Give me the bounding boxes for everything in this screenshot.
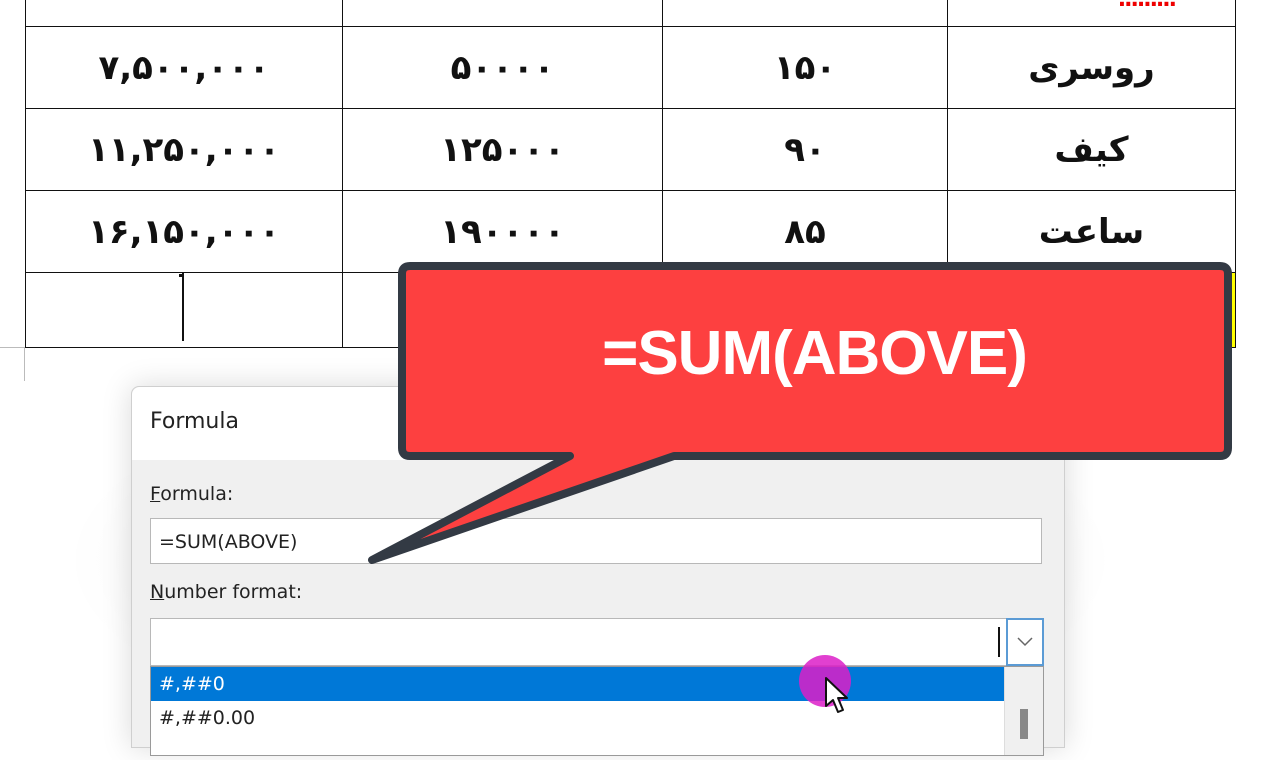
list-scrollbar[interactable] <box>1004 667 1043 755</box>
cell-total[interactable]: ۱۶,۱۵۰,۰۰۰ <box>25 190 343 273</box>
cell-price[interactable]: ۵۰۰۰۰ <box>342 26 663 109</box>
cell[interactable] <box>25 0 343 27</box>
cell-quantity[interactable]: ۹۰ <box>662 108 948 191</box>
cell-total[interactable]: ۱۱,۲۵۰,۰۰۰ <box>25 108 343 191</box>
number-format-input[interactable] <box>150 618 1006 666</box>
text-cursor <box>182 273 184 341</box>
number-format-label: Number format: <box>150 581 302 603</box>
cursor-mark <box>179 274 184 277</box>
mouse-pointer-icon <box>825 677 848 713</box>
dialog-title: Formula <box>150 409 239 434</box>
table-row: ۷,۵۰۰,۰۰۰ ۵۰۰۰۰ ۱۵۰ روسری <box>25 26 1236 109</box>
number-format-label-accelerator: N <box>150 581 165 603</box>
formula-input[interactable]: =SUM(ABOVE) <box>150 518 1042 564</box>
scroll-thumb[interactable] <box>1020 709 1028 739</box>
cell-price[interactable]: ۱۲۵۰۰۰ <box>342 108 663 191</box>
number-format-option[interactable]: #,##0.00 <box>151 701 1011 735</box>
number-format-label-text: umber format: <box>164 581 303 603</box>
number-format-option[interactable]: #,##0 <box>151 667 1011 701</box>
cell[interactable] <box>662 0 948 27</box>
cell-item[interactable]: کیف <box>947 108 1236 191</box>
table-move-handle[interactable] <box>0 347 25 381</box>
formula-label-text: ormula: <box>160 483 234 505</box>
number-format-dropdown-button[interactable] <box>1006 618 1044 666</box>
cell[interactable] <box>342 0 663 27</box>
spellcheck-underline: ......... <box>1118 0 1177 12</box>
cell-total[interactable]: ۷,۵۰۰,۰۰۰ <box>25 26 343 109</box>
table-row-header-partial: ......... <box>25 0 1236 27</box>
number-format-list[interactable]: #,##0 #,##0.00 <box>150 666 1044 756</box>
table-row: ۱۱,۲۵۰,۰۰۰ ۱۲۵۰۰۰ ۹۰ کیف <box>25 108 1236 191</box>
cell-total-sum[interactable] <box>25 272 343 348</box>
cell-item[interactable]: روسری <box>947 26 1236 109</box>
text-caret <box>998 627 1000 657</box>
cell-quantity[interactable]: ۱۵۰ <box>662 26 948 109</box>
formula-label: Formula: <box>150 483 233 505</box>
formula-label-accelerator: F <box>150 483 161 505</box>
callout-text: =SUM(ABOVE) <box>602 319 1028 388</box>
cell-header-item[interactable]: ......... <box>947 0 1236 27</box>
chevron-down-icon <box>1017 637 1033 647</box>
